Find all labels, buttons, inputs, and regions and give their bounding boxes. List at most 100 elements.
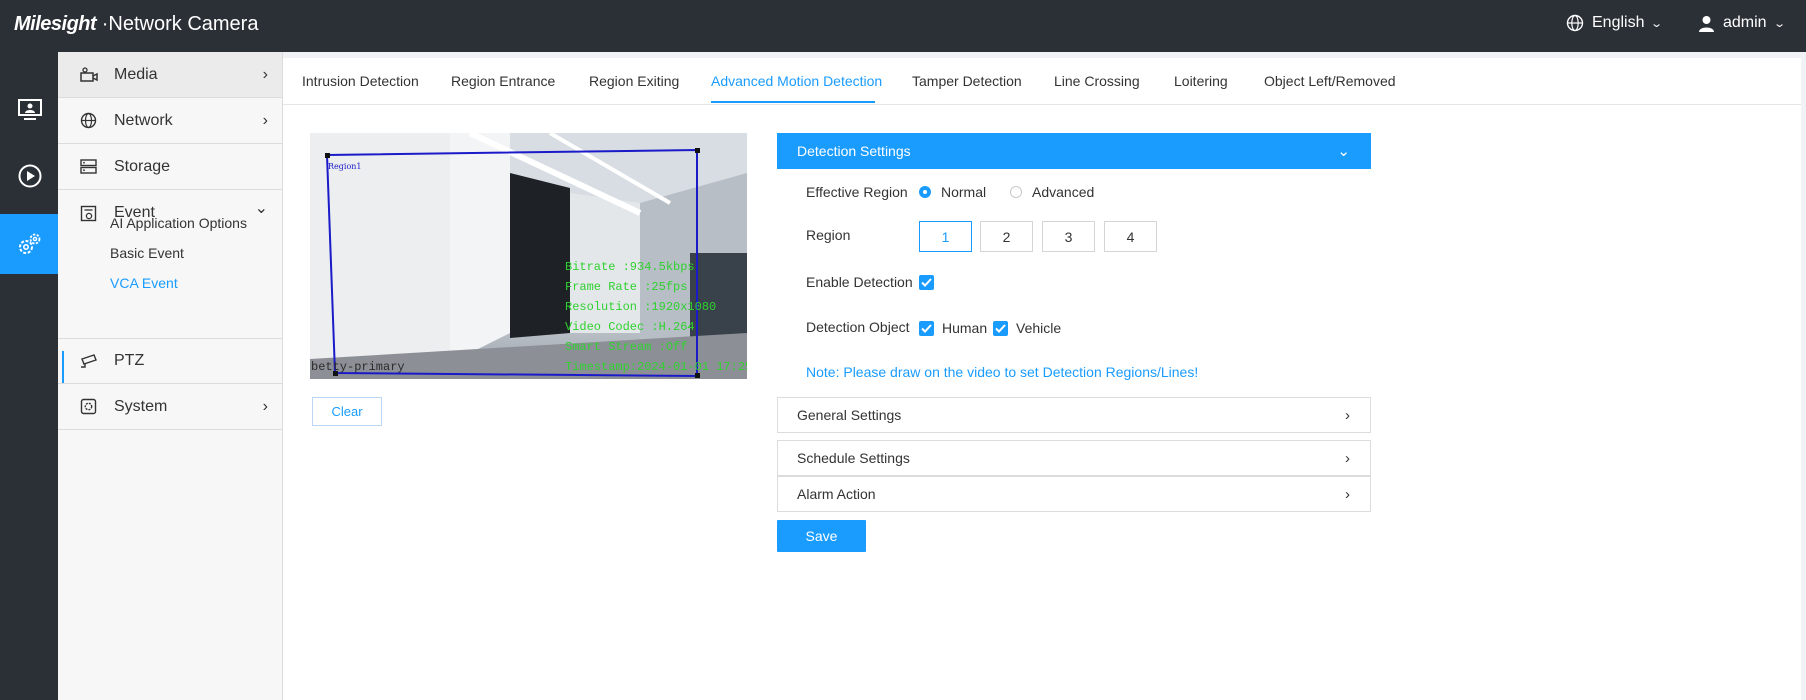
vehicle-checkbox[interactable] bbox=[993, 320, 1008, 336]
sidebar-subitem-basic-event[interactable]: Basic Event bbox=[110, 245, 184, 261]
language-label: English bbox=[1592, 14, 1645, 31]
option-label: Normal bbox=[941, 184, 987, 200]
ptz-icon bbox=[80, 353, 102, 369]
save-button[interactable]: Save bbox=[777, 520, 866, 552]
language-selector[interactable]: English ⌄ bbox=[1566, 14, 1664, 32]
sidebar-subitem-ai-application-options[interactable]: AI Application Options bbox=[110, 215, 247, 231]
sidebar-item-system[interactable]: System › bbox=[58, 384, 282, 430]
option-label: Human bbox=[942, 320, 988, 336]
tab-intrusion-detection[interactable]: Intrusion Detection bbox=[302, 73, 419, 89]
region-label: Region1 bbox=[328, 162, 362, 171]
overlay-line: Frame Rate :25fps bbox=[565, 280, 688, 294]
active-tab-indicator bbox=[711, 101, 875, 103]
chevron-right-icon: › bbox=[1345, 406, 1350, 424]
sidebar-item-label: PTZ bbox=[114, 352, 145, 369]
tab-loitering[interactable]: Loitering bbox=[1174, 73, 1228, 89]
chevron-right-icon: › bbox=[1345, 449, 1350, 467]
chevron-down-icon: ⌄ bbox=[254, 200, 268, 217]
check-icon bbox=[995, 323, 1006, 333]
system-icon bbox=[80, 398, 102, 415]
tab-object-left-removed[interactable]: Object Left/Removed bbox=[1264, 73, 1396, 89]
stream-overlay: Bitrate :934.5kbps Frame Rate :25fps Res… bbox=[565, 257, 747, 377]
draw-note: Note: Please draw on the video to set De… bbox=[806, 364, 1199, 380]
sidebar-item-media[interactable]: Media › bbox=[58, 52, 282, 98]
sidebar-subitem-vca-event[interactable]: VCA Event bbox=[110, 275, 178, 291]
region-button-3[interactable]: 3 bbox=[1042, 221, 1095, 252]
rail-live-view[interactable] bbox=[0, 80, 60, 140]
region-button-2[interactable]: 2 bbox=[980, 221, 1033, 252]
main-panel: Intrusion Detection Region Entrance Regi… bbox=[283, 58, 1801, 700]
sidebar-item-ptz[interactable]: PTZ bbox=[58, 338, 282, 384]
overlay-line: Smart Stream :Off bbox=[565, 340, 688, 354]
detection-object-human[interactable]: Human bbox=[919, 320, 987, 336]
effective-region-label: Effective Region bbox=[806, 184, 908, 200]
brand-product: Network Camera bbox=[108, 13, 259, 35]
user-icon bbox=[1699, 15, 1714, 32]
event-icon bbox=[80, 205, 102, 222]
globe-icon bbox=[80, 112, 102, 129]
overlay-line: Resolution :1920x1080 bbox=[565, 300, 717, 314]
detection-settings-header[interactable]: Detection Settings ⌄ bbox=[777, 133, 1371, 169]
chevron-right-icon: › bbox=[262, 397, 268, 415]
sidebar-item-label: System bbox=[114, 397, 168, 415]
clear-button[interactable]: Clear bbox=[312, 397, 382, 426]
chevron-down-icon: ⌄ bbox=[1337, 143, 1350, 160]
check-icon bbox=[921, 323, 932, 333]
alarm-action-header[interactable]: Alarm Action › bbox=[777, 476, 1371, 512]
rail-settings[interactable] bbox=[0, 214, 60, 274]
tab-tamper-detection[interactable]: Tamper Detection bbox=[912, 73, 1022, 89]
tab-line-crossing[interactable]: Line Crossing bbox=[1054, 73, 1140, 89]
detection-object-label: Detection Object bbox=[806, 319, 910, 335]
globe-icon bbox=[1566, 14, 1584, 32]
human-checkbox[interactable] bbox=[919, 320, 934, 336]
detection-object-vehicle[interactable]: Vehicle bbox=[993, 320, 1061, 336]
camera-icon bbox=[80, 66, 102, 83]
detection-settings-title: Detection Settings bbox=[797, 143, 911, 159]
overlay-line: Timestamp:2024-01-01 17:25 bbox=[565, 360, 747, 374]
section-title: Schedule Settings bbox=[797, 450, 910, 466]
storage-icon bbox=[80, 159, 102, 174]
sidebar: Media › Network › Storage Event ⌄ AI App… bbox=[58, 52, 283, 700]
sidebar-item-label: Network bbox=[114, 111, 173, 129]
brand: Milesight ·Network Camera bbox=[14, 13, 258, 36]
tab-region-entrance[interactable]: Region Entrance bbox=[451, 73, 555, 89]
left-rail bbox=[0, 52, 60, 700]
enable-detection-checkbox[interactable] bbox=[919, 275, 934, 290]
live-view-icon bbox=[18, 99, 42, 120]
sidebar-item-label: Media bbox=[114, 65, 158, 83]
top-bar: Milesight ·Network Camera English ⌄ admi… bbox=[0, 0, 1806, 52]
sidebar-item-network[interactable]: Network › bbox=[58, 98, 282, 144]
sidebar-item-storage[interactable]: Storage bbox=[58, 144, 282, 190]
effective-region-advanced[interactable]: Advanced bbox=[1010, 184, 1094, 200]
playback-icon bbox=[18, 164, 42, 188]
section-title: General Settings bbox=[797, 407, 902, 423]
rail-playback[interactable] bbox=[0, 146, 60, 206]
chevron-right-icon: › bbox=[1345, 485, 1350, 503]
tab-advanced-motion-detection[interactable]: Advanced Motion Detection bbox=[711, 73, 882, 89]
region-button-4[interactable]: 4 bbox=[1104, 221, 1157, 252]
check-icon bbox=[921, 278, 932, 287]
effective-region-normal[interactable]: Normal bbox=[919, 184, 986, 200]
chevron-down-icon: ⌄ bbox=[1650, 17, 1664, 30]
stream-label: betty-primary bbox=[311, 360, 405, 374]
schedule-settings-header[interactable]: Schedule Settings › bbox=[777, 440, 1371, 476]
section-title: Alarm Action bbox=[797, 486, 876, 502]
chevron-down-icon: ⌄ bbox=[1772, 17, 1786, 30]
region-button-1[interactable]: 1 bbox=[919, 221, 972, 252]
option-label: Advanced bbox=[1032, 184, 1095, 200]
overlay-line: Video Codec :H.264 bbox=[565, 320, 695, 334]
brand-logo: Milesight bbox=[14, 13, 97, 35]
video-preview[interactable]: Region1 Bitrate :934.5kbps Frame Rate :2… bbox=[310, 133, 747, 379]
chevron-right-icon: › bbox=[262, 111, 268, 129]
chevron-right-icon: › bbox=[262, 65, 268, 83]
option-label: Vehicle bbox=[1016, 320, 1062, 336]
enable-detection-label: Enable Detection bbox=[806, 274, 913, 290]
radio-unselected[interactable] bbox=[1010, 186, 1022, 198]
tab-region-exiting[interactable]: Region Exiting bbox=[589, 73, 679, 89]
user-label: admin bbox=[1723, 14, 1767, 31]
region-label: Region bbox=[806, 227, 851, 243]
general-settings-header[interactable]: General Settings › bbox=[777, 397, 1371, 433]
overlay-line: Bitrate :934.5kbps bbox=[565, 260, 695, 274]
radio-selected[interactable] bbox=[919, 186, 931, 198]
user-menu[interactable]: admin ⌄ bbox=[1698, 14, 1786, 32]
